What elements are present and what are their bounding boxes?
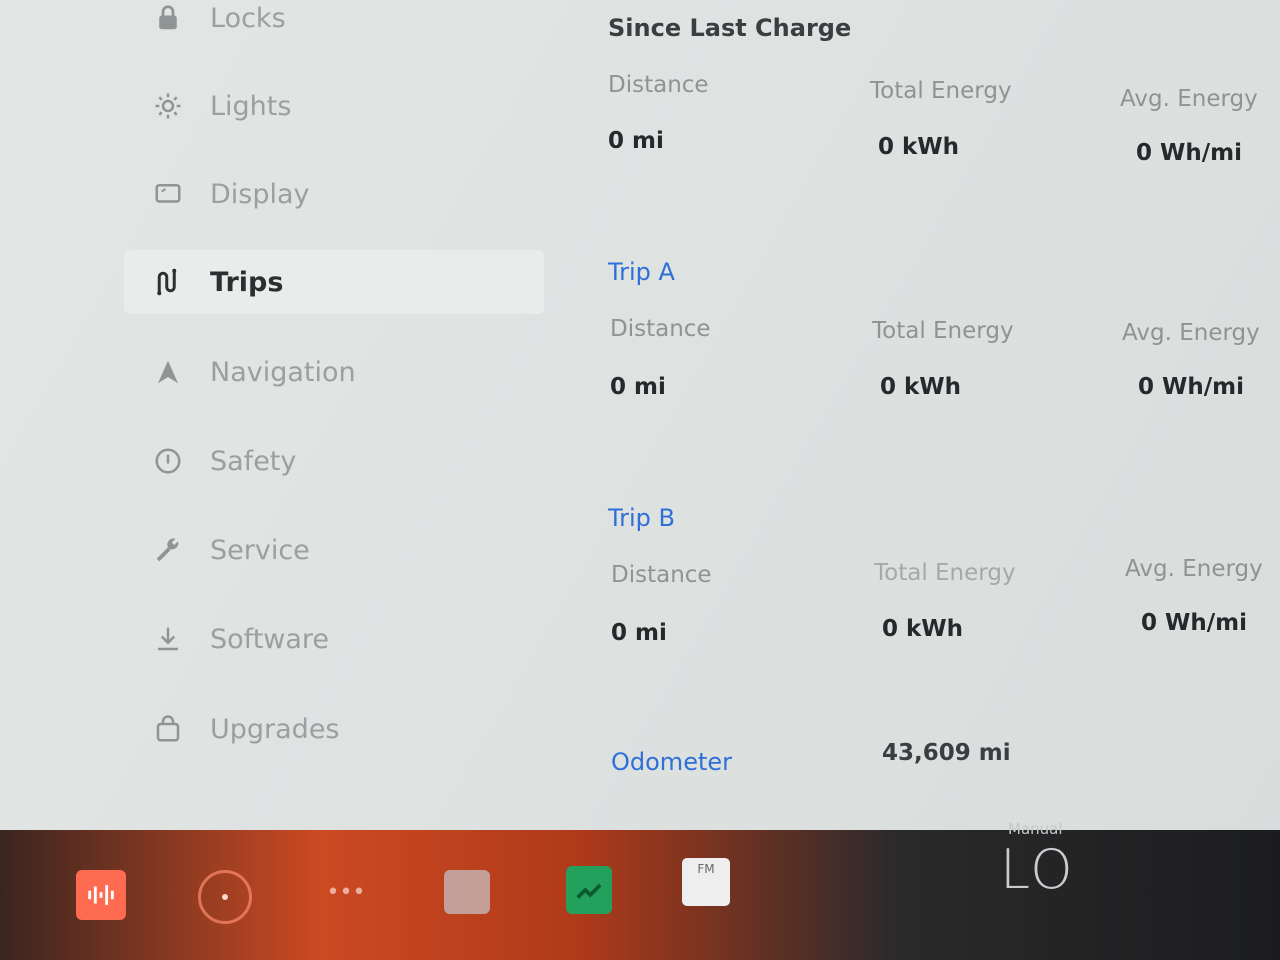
odometer-value: 43,609 mi — [882, 740, 1011, 766]
card-app-icon[interactable] — [444, 870, 490, 914]
total-energy-label: Total Energy — [870, 78, 1012, 104]
display-icon — [148, 174, 188, 214]
download-icon — [148, 619, 188, 659]
sidebar-item-label: Service — [210, 534, 310, 566]
sidebar-item-safety[interactable]: Safety — [124, 429, 544, 493]
total-energy-label: Total Energy — [872, 318, 1014, 344]
sidebar-item-label: Safety — [210, 445, 297, 477]
avg-energy-label: Avg. Energy — [1125, 556, 1263, 582]
sidebar-item-label: Lights — [210, 90, 292, 122]
chart-app-icon[interactable] — [566, 866, 612, 914]
sidebar-item-navigation[interactable]: Navigation — [124, 340, 544, 404]
distance-label: Distance — [608, 72, 709, 98]
sidebar-item-service[interactable]: Service — [124, 518, 544, 582]
section-title-since-last-charge: Since Last Charge — [608, 14, 852, 42]
distance-value: 0 mi — [610, 374, 666, 400]
radio-app-label: FM — [697, 862, 715, 876]
total-energy-value: 0 kWh — [878, 134, 960, 160]
climate-mode-label: Manual — [1008, 820, 1063, 838]
sidebar-item-software[interactable]: Software — [124, 607, 544, 671]
avg-energy-label: Avg. Energy — [1122, 320, 1260, 346]
sidebar-item-upgrades[interactable]: Upgrades — [124, 697, 544, 761]
sidebar-item-label: Software — [210, 623, 330, 655]
distance-value: 0 mi — [611, 620, 667, 646]
lock-icon — [148, 0, 188, 38]
sidebar-item-label: Trips — [210, 266, 284, 298]
taskbar: ••• FM — [0, 830, 1280, 960]
sidebar-item-locks[interactable]: Locks — [124, 0, 544, 50]
more-apps-icon[interactable]: ••• — [322, 880, 370, 905]
sidebar-item-lights[interactable]: Lights — [124, 74, 544, 138]
total-energy-value: 0 kWh — [882, 616, 964, 642]
audio-app-icon[interactable] — [76, 870, 126, 920]
sidebar-item-display[interactable]: Display — [124, 162, 544, 226]
sidebar-item-label: Display — [210, 178, 310, 210]
sidebar-item-label: Locks — [210, 2, 286, 34]
bag-icon — [148, 709, 188, 749]
avg-energy-value: 0 Wh/mi — [1141, 610, 1248, 636]
avg-energy-value: 0 Wh/mi — [1138, 374, 1245, 400]
wrench-icon — [148, 530, 188, 570]
distance-label: Distance — [611, 562, 712, 588]
sidebar-item-label: Navigation — [210, 356, 356, 388]
sun-icon — [148, 86, 188, 126]
avg-energy-label: Avg. Energy — [1120, 86, 1258, 112]
section-title-trip-b[interactable]: Trip B — [608, 504, 675, 532]
distance-label: Distance — [610, 316, 711, 342]
total-energy-value: 0 kWh — [880, 374, 962, 400]
sidebar-item-trips[interactable]: Trips — [124, 250, 544, 314]
section-title-trip-a[interactable]: Trip A — [608, 258, 675, 286]
trips-panel: Since Last Charge Distance Total Energy … — [580, 0, 1280, 830]
safety-icon — [148, 441, 188, 481]
radio-app-icon[interactable]: FM — [682, 858, 730, 906]
avg-energy-value: 0 Wh/mi — [1136, 140, 1243, 166]
navigation-icon — [148, 352, 188, 392]
camera-app-icon[interactable] — [198, 870, 252, 924]
trips-icon — [148, 262, 188, 302]
distance-value: 0 mi — [608, 128, 664, 154]
climate-temperature[interactable]: LO — [1000, 838, 1075, 901]
total-energy-label: Total Energy — [874, 560, 1016, 586]
sidebar-item-label: Upgrades — [210, 713, 340, 745]
odometer-label: Odometer — [611, 748, 732, 776]
settings-sidebar: Locks Lights Display Trips Navigation Sa… — [0, 0, 560, 830]
